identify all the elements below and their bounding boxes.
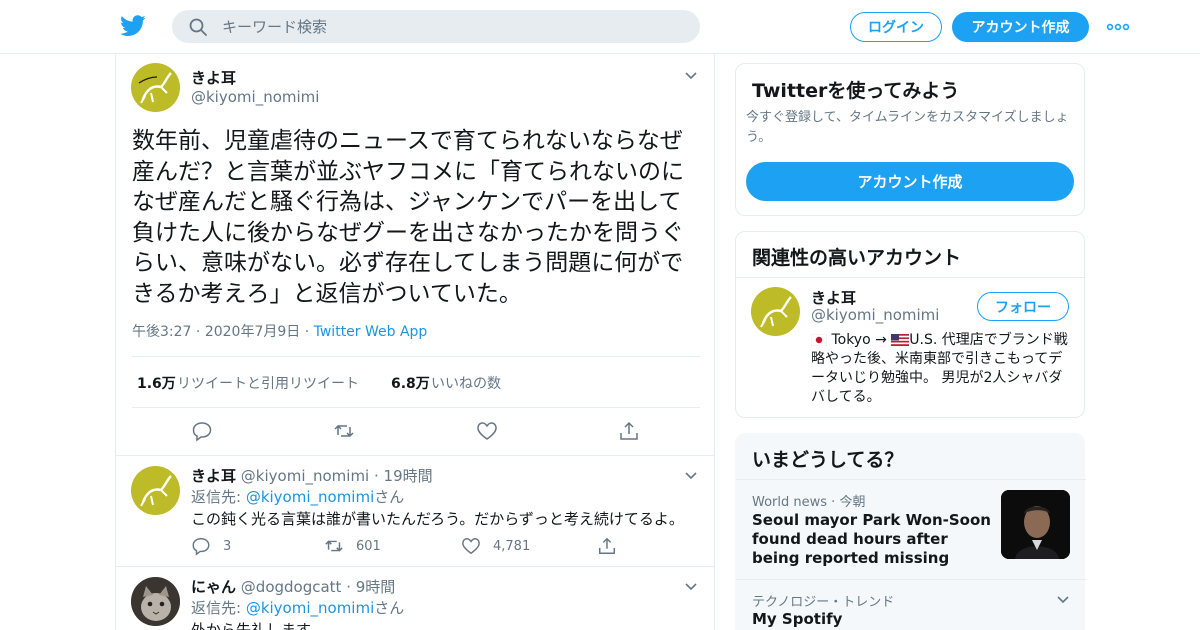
search-input[interactable]: [222, 10, 682, 43]
trends-card: いまどうしてる？ World news · 今朝 Seoul mayor Par…: [735, 433, 1086, 630]
follow-button[interactable]: フォロー: [977, 292, 1069, 321]
twitter-bird-icon[interactable]: [120, 14, 146, 38]
reply-to-suffix: さん: [374, 599, 405, 617]
reply-time[interactable]: 9時間: [356, 578, 396, 596]
divider: [736, 579, 1086, 580]
related-account-handle[interactable]: @kiyomi_nomimi: [811, 306, 939, 324]
like-icon: [462, 537, 480, 555]
related-title: 関連性の高いアカウント: [752, 247, 962, 269]
reply-to-suffix: さん: [374, 488, 405, 506]
share-icon[interactable]: [618, 420, 640, 442]
related-account-name[interactable]: きよ耳: [811, 287, 856, 308]
reply-author[interactable]: にゃん @dogdogcatt · 9時間: [191, 576, 395, 597]
reply-text: この鈍く光る言葉は誰が書いたんだろう。だからずっと考え続けてるよ。: [191, 510, 684, 528]
chevron-down-icon[interactable]: [1056, 595, 1070, 605]
divider: [116, 455, 714, 456]
reply-to-handle[interactable]: @kiyomi_nomimi: [246, 488, 374, 506]
share-icon: [599, 537, 615, 554]
retweets-count[interactable]: 1.6万: [137, 373, 176, 393]
reply-action-like[interactable]: 4,781: [461, 536, 530, 556]
trend-time: 今朝: [839, 495, 866, 510]
reply-icon[interactable]: [191, 420, 213, 442]
divider: [736, 277, 1084, 278]
cat-photo-icon: [131, 577, 180, 626]
reply-author-handle[interactable]: @dogdogcatt: [241, 578, 342, 596]
japan-flag-icon: [811, 334, 827, 346]
reply-to-handle[interactable]: @kiyomi_nomimi: [246, 599, 374, 617]
reply-author[interactable]: きよ耳 @kiyomi_nomimi · 19時間: [191, 465, 433, 486]
tweet-author-name[interactable]: きよ耳: [191, 67, 236, 88]
reply-text: 外から失礼します。: [191, 621, 325, 630]
tweet-date[interactable]: 2020年7月9日: [205, 324, 300, 340]
chevron-down-icon[interactable]: [684, 71, 698, 81]
tweet-source-link[interactable]: Twitter Web App: [314, 324, 428, 340]
trend-source: World news: [752, 495, 828, 510]
reply-count: 3: [223, 538, 232, 554]
avatar[interactable]: [131, 577, 180, 626]
reply-to-label: 返信先:: [191, 488, 246, 506]
related-account-bio: Tokyo → U.S. 代理店でブランド戦略やった後、米南東部で引きこもってデ…: [811, 331, 1076, 407]
tweet-stats: 1.6万 リツイートと引用リツイート 6.8万 いいねの数: [132, 356, 700, 408]
divider: [736, 479, 1086, 480]
reply-author-name[interactable]: きよ耳: [191, 467, 236, 485]
trends-title: いまどうしてる？: [752, 449, 904, 471]
promo-title: Twitterを使ってみよう: [752, 80, 960, 102]
reply-action-share[interactable]: [597, 536, 629, 556]
trend-category: テクノロジー・トレンド: [752, 595, 895, 610]
chevron-down-icon[interactable]: [684, 582, 698, 592]
top-bar: ログイン アカウント作成: [0, 0, 1200, 54]
divider: [116, 566, 714, 567]
login-button[interactable]: ログイン: [850, 12, 942, 42]
tweet-author-handle[interactable]: @kiyomi_nomimi: [191, 88, 319, 106]
reply-to-line: 返信先: @kiyomi_nomimiさん: [191, 597, 404, 618]
retweet-icon: [325, 540, 343, 552]
retweet-icon[interactable]: [333, 420, 355, 442]
reply-icon: [192, 537, 210, 556]
us-flag-icon: [891, 334, 910, 346]
retweets-label[interactable]: リツイートと引用リツイート: [177, 373, 359, 393]
reply-time[interactable]: 19時間: [384, 467, 433, 485]
search-box[interactable]: [172, 10, 700, 43]
avatar[interactable]: [131, 466, 180, 515]
rabbit-illustration-icon: [760, 296, 792, 328]
reply-action-retweet[interactable]: 601: [324, 536, 381, 556]
reply-to-label: 返信先:: [191, 599, 246, 617]
reply-author-name[interactable]: にゃん: [191, 578, 236, 596]
trend-category: World news · 今朝: [752, 495, 866, 510]
signup-promo-card: Twitterを使ってみよう 今すぐ登録して、タイムラインをカスタマイズしましょ…: [735, 63, 1085, 216]
more-dots-icon[interactable]: [1106, 18, 1130, 36]
avatar[interactable]: [131, 63, 180, 112]
trend-title[interactable]: My Spotify: [752, 610, 842, 628]
like-icon[interactable]: [476, 420, 498, 442]
tweet-text: 数年前、児童虐待のニュースで育てられないならなぜ産んだ？と言葉が並ぶヤフコメに「…: [132, 128, 684, 307]
tweet-time[interactable]: 午後3:27: [132, 324, 191, 340]
bio-part-1: Tokyo →: [831, 332, 887, 348]
signup-button[interactable]: アカウント作成: [746, 162, 1074, 201]
reply-to-line: 返信先: @kiyomi_nomimiさん: [191, 486, 404, 507]
like-count: 4,781: [493, 538, 531, 554]
rabbit-illustration-icon: [140, 475, 172, 507]
promo-description: 今すぐ登録して、タイムラインをカスタマイズしましょう。: [746, 110, 1069, 145]
signup-button[interactable]: アカウント作成: [952, 12, 1089, 42]
retweet-count: 601: [356, 538, 381, 554]
reply-author-handle[interactable]: @kiyomi_nomimi: [241, 467, 369, 485]
related-accounts-card: 関連性の高いアカウント きよ耳 @kiyomi_nomimi フォロー Toky…: [735, 231, 1085, 418]
chevron-down-icon[interactable]: [684, 471, 698, 481]
tweet-column: きよ耳 @kiyomi_nomimi 数年前、児童虐待のニュースで育てられないな…: [115, 54, 715, 630]
search-icon: [189, 18, 207, 36]
tweet-meta: 午後3:27 · 2020年7月9日 · Twitter Web App: [132, 324, 428, 340]
likes-label[interactable]: いいねの数: [431, 373, 501, 393]
reply-action-reply[interactable]: 3: [191, 536, 231, 556]
rabbit-illustration-icon: [138, 72, 172, 104]
person-photo-icon: [1001, 490, 1070, 559]
trend-headline[interactable]: Seoul mayor Park Won-Soon found dead hou…: [752, 511, 996, 568]
news-thumbnail[interactable]: [1001, 490, 1070, 559]
likes-count[interactable]: 6.8万: [391, 373, 430, 393]
avatar[interactable]: [751, 287, 800, 336]
